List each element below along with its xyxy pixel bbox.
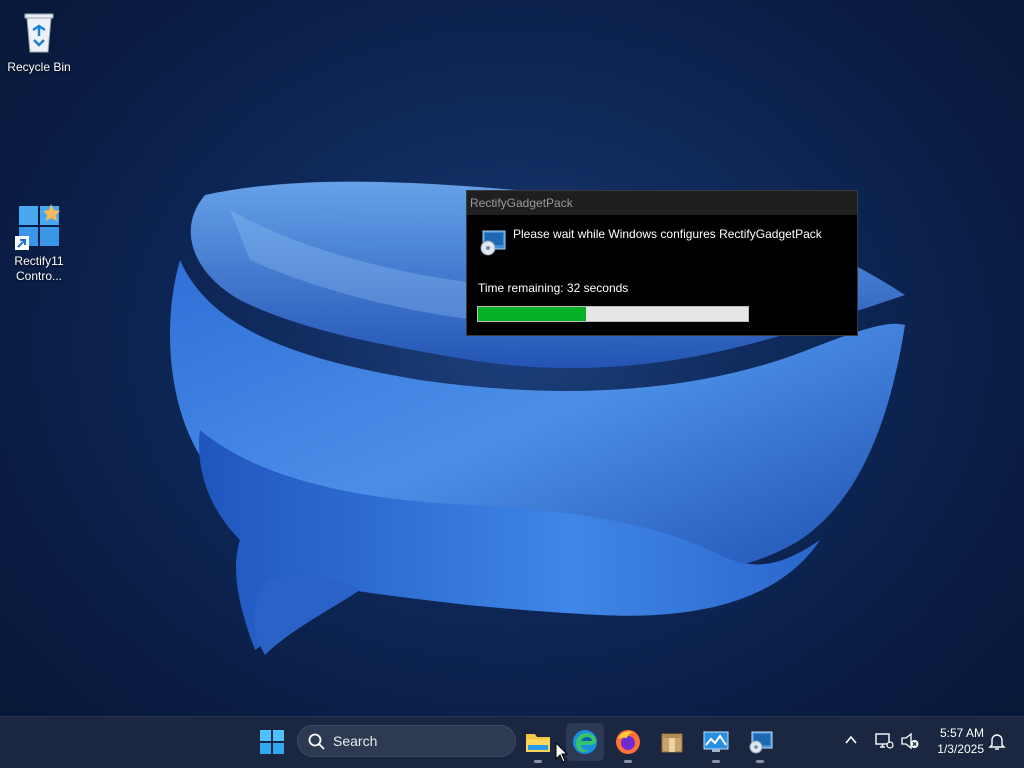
desktop-icon-label: Recycle Bin	[7, 60, 71, 74]
edge-icon	[573, 730, 597, 754]
taskbar-edge[interactable]	[566, 723, 604, 761]
taskbar-firefox[interactable]	[609, 723, 647, 763]
wallpaper-bloom	[170, 181, 905, 655]
running-indicator	[756, 760, 764, 763]
installer-disc-icon	[480, 230, 506, 256]
search-box[interactable]: Search	[297, 725, 516, 757]
notifications-button[interactable]	[988, 731, 1006, 756]
firefox-icon	[616, 730, 640, 754]
volume-button[interactable]	[900, 731, 920, 756]
running-indicator	[712, 760, 720, 763]
running-indicator	[624, 760, 632, 763]
show-hidden-icons-button[interactable]	[843, 733, 859, 752]
rectify11-control-panel-icon	[15, 204, 60, 250]
progress-bar-fill	[478, 307, 586, 321]
folder-icon	[526, 734, 550, 752]
package-icon	[661, 733, 683, 753]
desktop-icon-recycle-bin[interactable]: Recycle Bin	[1, 6, 77, 75]
desktop-icon-rectify11-control[interactable]: Rectify11 Contro...	[1, 204, 77, 284]
dialog-title: RectifyGadgetPack	[467, 191, 857, 215]
monitor-chart-icon	[703, 731, 729, 752]
dialog-message: Please wait while Windows configures Rec…	[513, 227, 822, 241]
desktop: Recycle Bin Rectify11 Contro... RectifyG…	[0, 0, 1024, 716]
volume-muted-icon	[901, 732, 919, 750]
search-icon	[308, 733, 325, 750]
time-remaining-text: Time remaining: 32 seconds	[478, 281, 629, 295]
recycle-bin-icon	[24, 13, 54, 53]
progress-bar	[477, 306, 749, 322]
taskbar-package[interactable]	[653, 723, 691, 761]
search-label: Search	[333, 733, 378, 749]
taskbar-control-panel[interactable]	[697, 723, 735, 763]
taskbar-installer[interactable]	[741, 723, 779, 763]
configure-dialog: RectifyGadgetPack Please wait while Wind…	[466, 190, 858, 336]
clock-date: 1/3/2025	[937, 742, 984, 756]
taskbar: Search 5:57 AM 1/3/2025	[0, 716, 1024, 768]
clock-time: 5:57 AM	[939, 726, 984, 740]
running-indicator	[534, 760, 542, 763]
mouse-cursor-icon	[555, 742, 569, 763]
clock[interactable]: 5:57 AM 1/3/2025	[924, 725, 984, 757]
desktop-icon-label: Rectify11 Contro...	[14, 254, 64, 283]
bell-icon	[988, 734, 1006, 750]
installer-icon	[749, 731, 773, 754]
taskbar-file-explorer[interactable]	[519, 723, 557, 763]
windows-start-icon	[260, 730, 284, 754]
network-icon	[875, 733, 894, 749]
start-button[interactable]	[253, 723, 291, 761]
chevron-up-icon	[845, 735, 857, 744]
network-button[interactable]	[874, 731, 894, 756]
